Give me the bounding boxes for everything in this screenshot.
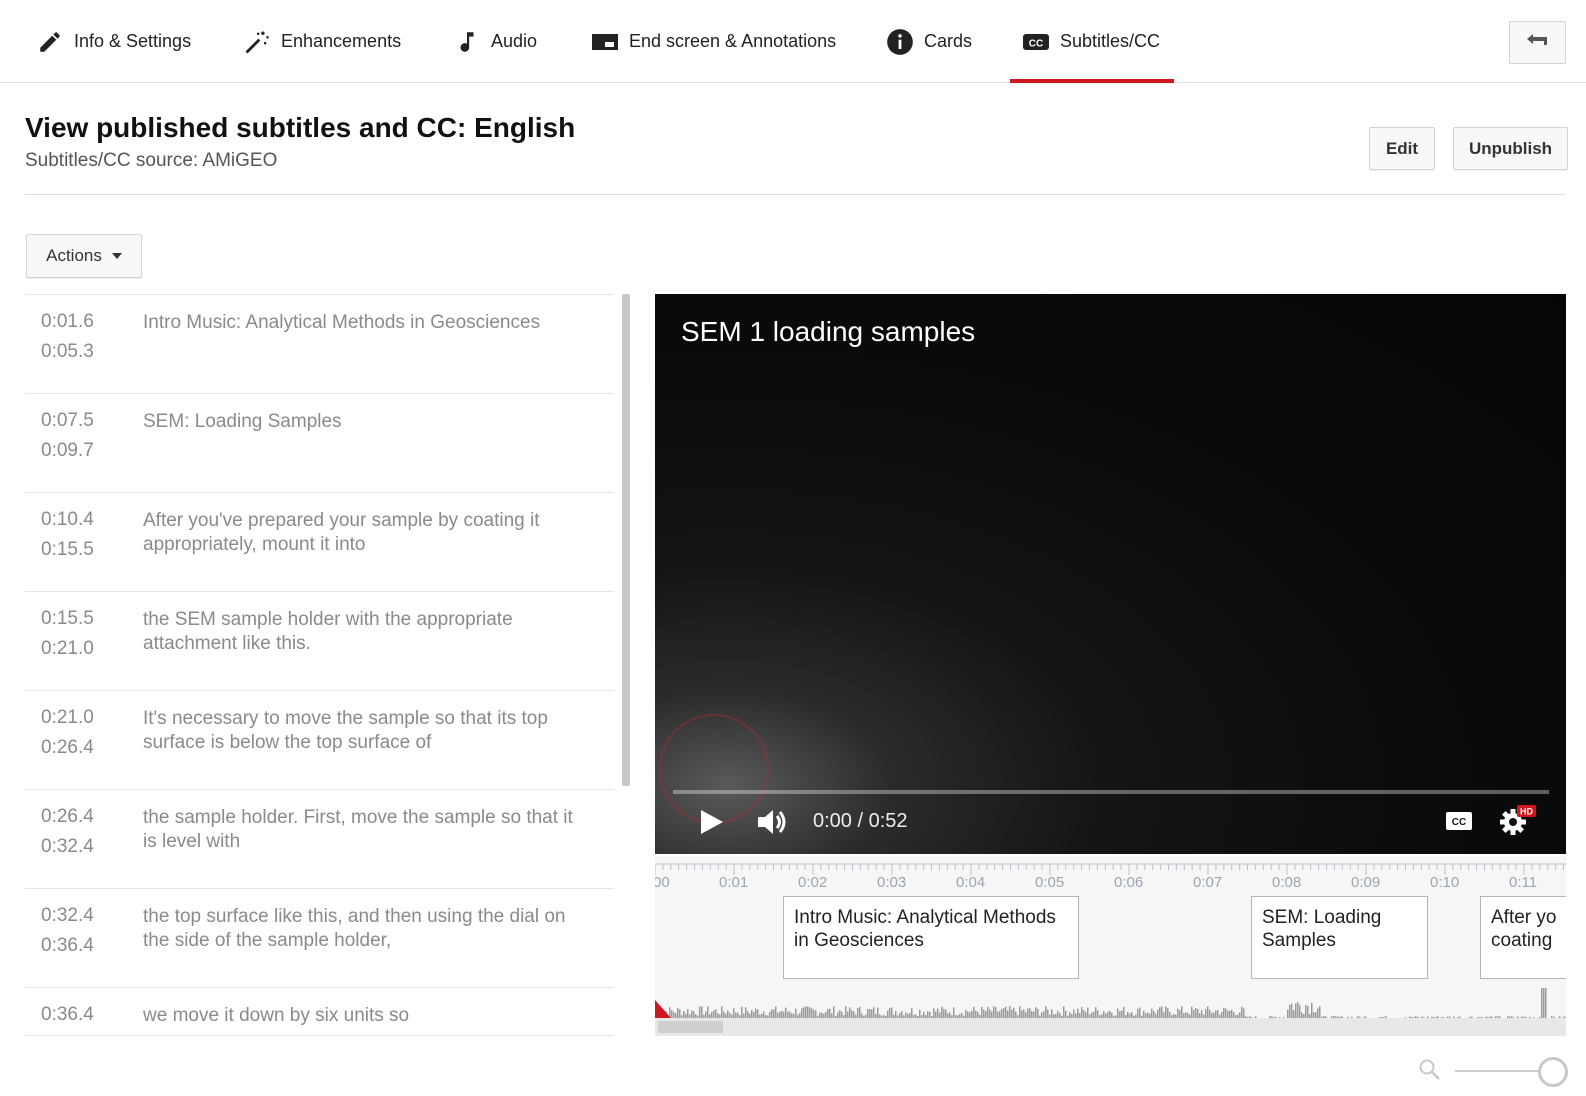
- editor-tab-bar: Info & Settings Enhancements Audio End s…: [0, 0, 1586, 83]
- zoom-slider-track[interactable]: [1455, 1070, 1547, 1072]
- tab-label: Enhancements: [281, 31, 402, 51]
- magic-wand-icon: [243, 28, 271, 56]
- zoom-slider-knob[interactable]: [1538, 1057, 1568, 1087]
- pencil-icon: [36, 28, 64, 56]
- play-icon[interactable]: [697, 806, 725, 843]
- tick-label: 0:07: [1193, 874, 1223, 891]
- subtitle-end-time: 0:05.3: [41, 341, 94, 362]
- video-progress-bar[interactable]: [673, 790, 1549, 794]
- tab-label: Subtitles/CC: [1060, 31, 1161, 51]
- subtitle-source: Subtitles/CC source: AMiGEO: [25, 150, 278, 171]
- subtitle-start-time: 0:36.4: [41, 1004, 94, 1025]
- tab-end-screen-annotations[interactable]: End screen & Annotations: [591, 0, 836, 83]
- tab-label: Cards: [924, 31, 973, 51]
- subtitle-text: After you've prepared your sample by coa…: [143, 510, 540, 555]
- tick-label: 0:11: [1509, 874, 1538, 891]
- subtitle-text: the top surface like this, and then usin…: [143, 906, 566, 951]
- actions-label: Actions: [46, 246, 102, 265]
- subtitle-list: 0:01.6 0:05.3 Intro Music: Analytical Me…: [25, 294, 614, 1036]
- video-time: 0:00 / 0:52: [813, 810, 908, 832]
- tab-label: Info & Settings: [74, 31, 192, 51]
- page-title: View published subtitles and CC: English: [25, 112, 576, 143]
- tick-label: 0:05: [1035, 874, 1065, 891]
- svg-text:CC: CC: [1029, 38, 1043, 49]
- tick-label: 0:04: [956, 874, 986, 891]
- subtitle-text: It's necessary to move the sample so tha…: [143, 708, 548, 753]
- actions-dropdown-button[interactable]: Actions: [26, 234, 142, 278]
- subtitle-row[interactable]: 0:01.6 0:05.3 Intro Music: Analytical Me…: [25, 295, 614, 394]
- subtitle-start-time: 0:32.4: [41, 905, 94, 926]
- unpublish-button[interactable]: Unpublish: [1453, 127, 1568, 170]
- subtitle-row[interactable]: 0:15.5 0:21.0 the SEM sample holder with…: [25, 592, 614, 691]
- captions-icon[interactable]: CC: [1445, 810, 1473, 837]
- subtitle-row[interactable]: 0:21.0 0:26.4 It's necessary to move the…: [25, 691, 614, 790]
- tick-label: 0:09: [1351, 874, 1381, 891]
- subtitle-end-time: 0:15.5: [41, 539, 94, 560]
- subtitle-row[interactable]: 0:36.4 we move it down by six units so: [25, 988, 614, 1035]
- subtitle-text: we move it down by six units so: [143, 1005, 410, 1026]
- tab-audio[interactable]: Audio: [453, 0, 537, 83]
- hd-badge: HD: [1520, 807, 1533, 817]
- subtitle-row[interactable]: 0:07.5 0:09.7 SEM: Loading Samples: [25, 394, 614, 493]
- tick-label: 0:10: [1430, 874, 1460, 891]
- tick-label: 0:02: [798, 874, 828, 891]
- subtitle-text: Intro Music: Analytical Methods in Geosc…: [143, 312, 541, 333]
- subtitle-start-time: 0:07.5: [41, 410, 94, 431]
- caret-down-icon: [111, 253, 122, 259]
- cc-icon: CC: [1022, 28, 1050, 56]
- subtitle-end-time: 0:21.0: [41, 638, 94, 659]
- timeline-scrollbar[interactable]: [655, 1018, 1566, 1036]
- tab-cards[interactable]: Cards: [886, 0, 972, 83]
- subtitle-text: SEM: Loading Samples: [143, 411, 342, 432]
- tab-subtitles-cc[interactable]: CC Subtitles/CC: [1009, 0, 1175, 83]
- subtitle-row[interactable]: 0:10.4 0:15.5 After you've prepared your…: [25, 493, 614, 592]
- tab-info-settings[interactable]: Info & Settings: [36, 0, 191, 83]
- svg-text:CC: CC: [1452, 817, 1466, 828]
- subtitle-start-time: 0:26.4: [41, 806, 94, 827]
- timeline-caption[interactable]: SEM: Loading Samples: [1251, 896, 1428, 979]
- subtitle-end-time: 0:32.4: [41, 836, 94, 857]
- timeline-caption[interactable]: Intro Music: Analytical Methods in Geosc…: [783, 896, 1079, 979]
- tick-label: 0:03: [877, 874, 907, 891]
- tick-label: 00: [655, 874, 670, 891]
- edit-button[interactable]: Edit: [1369, 127, 1435, 170]
- back-arrow-icon: [1525, 31, 1551, 54]
- subtitle-start-time: 0:15.5: [41, 608, 94, 629]
- subtitle-start-time: 0:01.6: [41, 311, 94, 332]
- subtitle-row[interactable]: 0:32.4 0:36.4 the top surface like this,…: [25, 889, 614, 988]
- subtitle-end-time: 0:09.7: [41, 440, 94, 461]
- timeline-caption[interactable]: After yo coating: [1480, 896, 1566, 979]
- audio-waveform: [655, 988, 1566, 1018]
- tick-label: 0:01: [719, 874, 749, 891]
- volume-icon[interactable]: [755, 806, 791, 843]
- video-player[interactable]: SEM 1 loading samples 0:00 / 0:52 CC HD: [655, 294, 1566, 854]
- playhead-marker: [655, 1000, 671, 1018]
- subtitle-text: the sample holder. First, move the sampl…: [143, 807, 573, 852]
- info-circle-icon: [886, 28, 914, 56]
- subtitle-start-time: 0:10.4: [41, 509, 94, 530]
- subtitle-list-scrollbar[interactable]: [622, 294, 630, 786]
- zoom-icon: [1418, 1058, 1442, 1087]
- music-note-icon: [453, 28, 481, 56]
- video-title: SEM 1 loading samples: [681, 316, 976, 347]
- subtitle-text: the SEM sample holder with the appropria…: [143, 609, 513, 654]
- caption-timeline[interactable]: 00 0:01 0:02 0:03 0:04 0:05 0:06 0:07 0:…: [655, 856, 1566, 1036]
- settings-gear-icon[interactable]: HD: [1499, 802, 1539, 841]
- back-button[interactable]: [1509, 21, 1566, 64]
- end-screen-icon: [591, 28, 619, 56]
- timeline-scroll-thumb[interactable]: [658, 1021, 723, 1033]
- subtitle-start-time: 0:21.0: [41, 707, 94, 728]
- subtitle-end-time: 0:36.4: [41, 935, 94, 956]
- tab-label: Audio: [491, 31, 538, 51]
- subtitle-row[interactable]: 0:26.4 0:32.4 the sample holder. First, …: [25, 790, 614, 889]
- tab-enhancements[interactable]: Enhancements: [243, 0, 401, 83]
- subtitle-end-time: 0:26.4: [41, 737, 94, 758]
- tick-label: 0:06: [1114, 874, 1144, 891]
- tab-label: End screen & Annotations: [629, 31, 837, 51]
- header-divider: [25, 194, 1566, 195]
- tick-label: 0:08: [1272, 874, 1302, 891]
